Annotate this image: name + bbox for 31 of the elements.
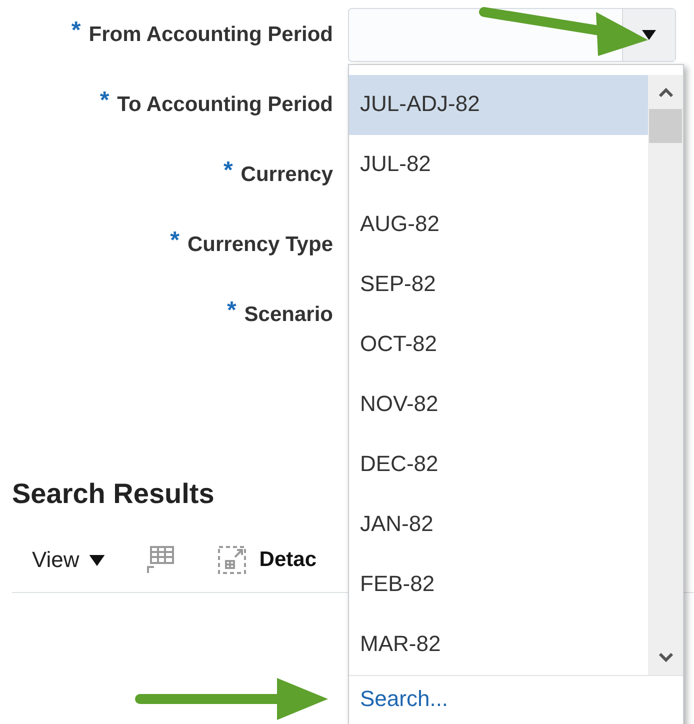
dropdown-option[interactable]: FEB-82 [349,555,648,615]
required-mark: * [226,301,236,321]
dropdown-option[interactable]: JUL-ADJ-82 [349,75,648,135]
scroll-thumb[interactable] [649,109,682,143]
caret-icon [642,30,656,40]
required-mark: * [100,91,110,111]
dropdown-option[interactable]: MAR-82 [349,615,648,675]
field-label: To Accounting Period [117,92,333,118]
dropdown-option[interactable]: OCT-82 [349,315,648,375]
dropdown-option[interactable]: SEP-82 [349,255,648,315]
field-label: From Accounting Period [88,22,333,48]
dropdown-option[interactable]: NOV-82 [349,375,648,435]
dropdown-option[interactable]: JAN-82 [349,495,648,555]
scroll-down-icon[interactable] [658,653,674,663]
scrollbar[interactable] [648,75,683,675]
required-mark: * [170,231,180,251]
field-label: Currency [240,162,333,188]
dropdown-option[interactable]: AUG-82 [349,195,648,255]
field-label: Scenario [244,302,333,328]
dropdown-option[interactable]: DEC-82 [349,435,648,495]
required-mark: * [71,21,81,41]
scroll-up-icon[interactable] [658,87,674,97]
detach-button[interactable]: Detac [217,545,316,575]
required-mark: * [223,161,233,181]
caret-icon [89,554,106,566]
search-link[interactable]: Search... [349,676,683,722]
field-label: Currency Type [188,232,333,258]
detach-icon [217,545,248,575]
section-title: Search Results [12,478,216,510]
dropdown-option[interactable]: JUL-82 [349,135,648,195]
view-menu-button[interactable]: View [32,547,106,573]
